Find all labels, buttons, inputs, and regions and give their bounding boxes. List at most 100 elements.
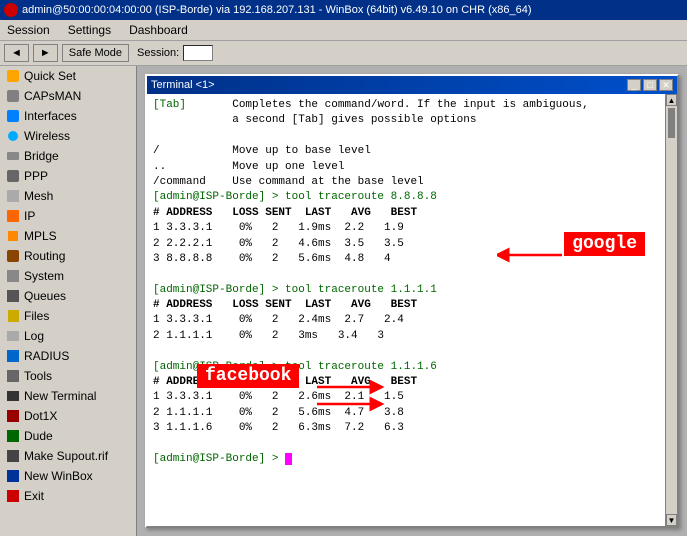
terminal-line: 3 1.1.1.6 0% 2 6.3ms 7.2 6.3	[153, 421, 659, 436]
scrollbar-thumb[interactable]	[668, 108, 675, 138]
menu-dashboard[interactable]: Dashboard	[126, 22, 191, 38]
sidebar-label-dude: Dude	[24, 429, 53, 443]
wireless-icon	[6, 129, 20, 143]
sidebar-item-make-supout[interactable]: Make Supout.rif	[0, 446, 136, 466]
sidebar-item-log[interactable]: Log	[0, 326, 136, 346]
content-area: Terminal <1> _ □ ✕ [Tab] Completes the c…	[137, 66, 687, 536]
terminal-line: /command Use command at the base level	[153, 175, 659, 190]
terminal-minimize-button[interactable]: _	[627, 79, 641, 91]
menu-session[interactable]: Session	[4, 22, 53, 38]
scrollbar-track	[666, 106, 677, 514]
sidebar-label-capsman: CAPsMAN	[24, 89, 81, 103]
terminal-controls: _ □ ✕	[627, 79, 673, 91]
sidebar-item-interfaces[interactable]: Interfaces	[0, 106, 136, 126]
newwinbox-icon	[6, 469, 20, 483]
sidebar-item-ppp[interactable]: PPP	[0, 166, 136, 186]
sidebar-item-new-terminal[interactable]: New Terminal	[0, 386, 136, 406]
dot1x-icon	[6, 409, 20, 423]
sidebar-item-dude[interactable]: Dude	[0, 426, 136, 446]
sidebar-item-routing[interactable]: Routing	[0, 246, 136, 266]
terminal-line: 2 1.1.1.1 0% 2 3ms 3.4 3	[153, 329, 659, 344]
title-bar: admin@50:00:00:04:00:00 (ISP-Borde) via …	[0, 0, 687, 20]
back-arrow-icon: ◄	[11, 47, 22, 59]
terminal-scrollbar[interactable]: ▲ ▼	[665, 94, 677, 526]
forward-arrow-icon: ►	[40, 47, 51, 59]
terminal-line	[153, 437, 659, 452]
arrow-fb2-svg	[317, 394, 387, 414]
mpls-icon	[6, 229, 20, 243]
bridge-icon	[6, 149, 20, 163]
system-icon	[6, 269, 20, 283]
log-icon	[6, 329, 20, 343]
radius-icon	[6, 349, 20, 363]
sidebar-label-log: Log	[24, 329, 44, 343]
terminal-line: / Move up to base level	[153, 144, 659, 159]
toolbar: ◄ ► Safe Mode Session:	[0, 41, 687, 66]
terminal-title: Terminal <1>	[151, 79, 215, 91]
sidebar-item-files[interactable]: Files	[0, 306, 136, 326]
sidebar: Quick Set CAPsMAN Interfaces Wireless Bridge…	[0, 66, 137, 536]
back-button[interactable]: ◄	[4, 44, 29, 62]
sidebar-item-capsman[interactable]: CAPsMAN	[0, 86, 136, 106]
session-input[interactable]	[183, 45, 213, 61]
sidebar-item-new-winbox[interactable]: New WinBox	[0, 466, 136, 486]
scrollbar-up[interactable]: ▲	[666, 94, 677, 106]
ppp-icon	[6, 169, 20, 183]
sidebar-item-dot1x[interactable]: Dot1X	[0, 406, 136, 426]
safe-mode-button[interactable]: Safe Mode	[62, 44, 129, 62]
terminal-maximize-button[interactable]: □	[643, 79, 657, 91]
terminal-close-button[interactable]: ✕	[659, 79, 673, 91]
title-text: admin@50:00:00:04:00:00 (ISP-Borde) via …	[22, 4, 532, 16]
sidebar-item-queues[interactable]: Queues	[0, 286, 136, 306]
scrollbar-down[interactable]: ▼	[666, 514, 677, 526]
terminal-line: 1 3.3.3.1 0% 2 2.6ms 2.1 1.5	[153, 390, 659, 405]
tools-icon	[6, 369, 20, 383]
terminal-window: Terminal <1> _ □ ✕ [Tab] Completes the c…	[145, 74, 679, 528]
terminal-line: [admin@ISP-Borde] > tool traceroute 8.8.…	[153, 190, 659, 205]
terminal-line: [Tab] Completes the command/word. If the…	[153, 98, 659, 113]
terminal-line: # ADDRESS LOSS SENT LAST AVG BEST	[153, 298, 659, 313]
queues-icon	[6, 289, 20, 303]
quickset-icon	[6, 69, 20, 83]
sidebar-item-mpls[interactable]: MPLS	[0, 226, 136, 246]
dude-icon	[6, 429, 20, 443]
sidebar-label-ppp: PPP	[24, 169, 48, 183]
sidebar-item-quick-set[interactable]: Quick Set	[0, 66, 136, 86]
terminal-line: # ADDRESS LOSS SENT LAST AVG BEST	[153, 206, 659, 221]
sidebar-item-wireless[interactable]: Wireless	[0, 126, 136, 146]
terminal-content[interactable]: [Tab] Completes the command/word. If the…	[147, 94, 665, 526]
menu-settings[interactable]: Settings	[65, 22, 114, 38]
terminal-line	[153, 129, 659, 144]
capsman-icon	[6, 89, 20, 103]
session-label: Session:	[137, 47, 179, 59]
sidebar-label-wireless: Wireless	[24, 129, 70, 143]
sidebar-label-bridge: Bridge	[24, 149, 59, 163]
sidebar-label-routing: Routing	[24, 249, 65, 263]
sidebar-item-bridge[interactable]: Bridge	[0, 146, 136, 166]
files-icon	[6, 309, 20, 323]
exit-icon	[6, 489, 20, 503]
sidebar-item-ip[interactable]: IP	[0, 206, 136, 226]
sidebar-label-system: System	[24, 269, 64, 283]
sidebar-item-radius[interactable]: RADIUS	[0, 346, 136, 366]
ip-icon	[6, 209, 20, 223]
sidebar-item-tools[interactable]: Tools	[0, 366, 136, 386]
terminal-body: [Tab] Completes the command/word. If the…	[147, 94, 677, 526]
newterminal-icon	[6, 389, 20, 403]
terminal-line: [admin@ISP-Borde] >	[153, 452, 659, 467]
sidebar-item-mesh[interactable]: Mesh	[0, 186, 136, 206]
sidebar-label-tools: Tools	[24, 369, 52, 383]
terminal-line: [admin@ISP-Borde] > tool traceroute 1.1.…	[153, 283, 659, 298]
terminal-line: 1 3.3.3.1 0% 2 2.4ms 2.7 2.4	[153, 313, 659, 328]
sidebar-label-dot1x: Dot1X	[24, 409, 57, 423]
sidebar-label-new-terminal: New Terminal	[24, 389, 96, 403]
forward-button[interactable]: ►	[33, 44, 58, 62]
sidebar-item-system[interactable]: System	[0, 266, 136, 286]
sidebar-label-files: Files	[24, 309, 49, 323]
sidebar-label-queues: Queues	[24, 289, 66, 303]
sidebar-label-quick-set: Quick Set	[24, 69, 76, 83]
sidebar-item-exit[interactable]: Exit	[0, 486, 136, 506]
sidebar-label-exit: Exit	[24, 489, 44, 503]
sidebar-label-radius: RADIUS	[24, 349, 69, 363]
sidebar-label-interfaces: Interfaces	[24, 109, 77, 123]
